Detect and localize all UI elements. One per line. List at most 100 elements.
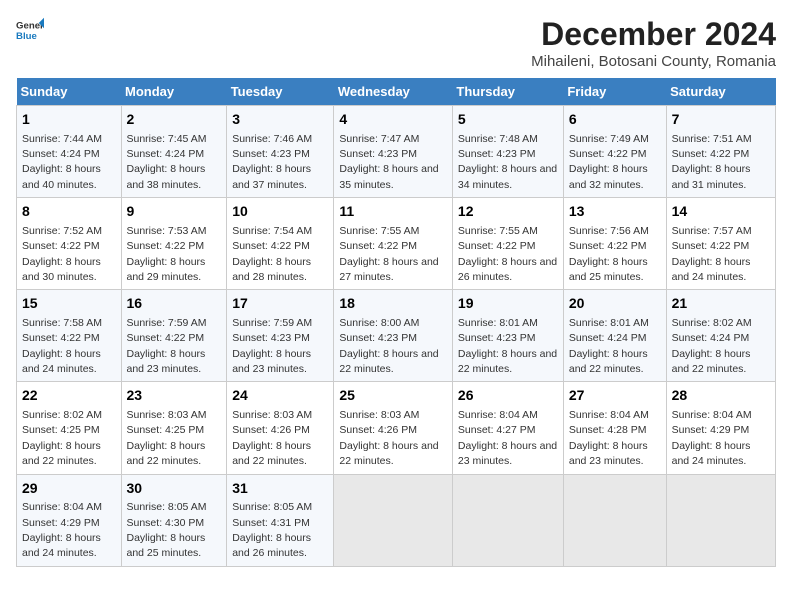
table-row: 29 Sunrise: 8:04 AM Sunset: 4:29 PM Dayl… — [17, 474, 122, 566]
header-cell-wednesday: Wednesday — [334, 78, 453, 106]
sunset-info: Sunset: 4:26 PM — [339, 424, 417, 436]
daylight-info: Daylight: 8 hours and 27 minutes. — [339, 256, 438, 283]
header-cell-friday: Friday — [563, 78, 666, 106]
sunset-info: Sunset: 4:25 PM — [22, 424, 100, 436]
table-row: 10 Sunrise: 7:54 AM Sunset: 4:22 PM Dayl… — [227, 198, 334, 290]
sunset-info: Sunset: 4:22 PM — [672, 148, 750, 160]
day-number: 31 — [232, 479, 328, 499]
sunset-info: Sunset: 4:22 PM — [339, 240, 417, 252]
sunset-info: Sunset: 4:30 PM — [127, 517, 205, 529]
sunset-info: Sunset: 4:22 PM — [22, 332, 100, 344]
day-number: 17 — [232, 294, 328, 314]
daylight-info: Daylight: 8 hours and 24 minutes. — [22, 348, 101, 375]
sunrise-info: Sunrise: 8:01 AM — [569, 317, 649, 329]
daylight-info: Daylight: 8 hours and 23 minutes. — [458, 440, 557, 467]
sunset-info: Sunset: 4:24 PM — [672, 332, 750, 344]
sunrise-info: Sunrise: 7:53 AM — [127, 225, 207, 237]
daylight-info: Daylight: 8 hours and 34 minutes. — [458, 163, 557, 190]
day-number: 27 — [569, 386, 661, 406]
daylight-info: Daylight: 8 hours and 25 minutes. — [569, 256, 648, 283]
daylight-info: Daylight: 8 hours and 23 minutes. — [232, 348, 311, 375]
calendar-week-2: 15 Sunrise: 7:58 AM Sunset: 4:22 PM Dayl… — [17, 290, 776, 382]
table-row: 11 Sunrise: 7:55 AM Sunset: 4:22 PM Dayl… — [334, 198, 453, 290]
table-row: 8 Sunrise: 7:52 AM Sunset: 4:22 PM Dayli… — [17, 198, 122, 290]
daylight-info: Daylight: 8 hours and 22 minutes. — [127, 440, 206, 467]
sunset-info: Sunset: 4:23 PM — [339, 148, 417, 160]
sunrise-info: Sunrise: 8:03 AM — [232, 409, 312, 421]
header-cell-sunday: Sunday — [17, 78, 122, 106]
sunset-info: Sunset: 4:22 PM — [569, 148, 647, 160]
header-cell-tuesday: Tuesday — [227, 78, 334, 106]
day-number: 26 — [458, 386, 558, 406]
daylight-info: Daylight: 8 hours and 22 minutes. — [339, 440, 438, 467]
daylight-info: Daylight: 8 hours and 22 minutes. — [569, 348, 648, 375]
sunset-info: Sunset: 4:23 PM — [232, 148, 310, 160]
day-number: 1 — [22, 110, 116, 130]
page-title: December 2024 — [531, 16, 776, 53]
sunset-info: Sunset: 4:27 PM — [458, 424, 536, 436]
table-row: 5 Sunrise: 7:48 AM Sunset: 4:23 PM Dayli… — [452, 106, 563, 198]
table-row: 20 Sunrise: 8:01 AM Sunset: 4:24 PM Dayl… — [563, 290, 666, 382]
sunset-info: Sunset: 4:24 PM — [22, 148, 100, 160]
table-row: 25 Sunrise: 8:03 AM Sunset: 4:26 PM Dayl… — [334, 382, 453, 474]
svg-text:General: General — [16, 20, 44, 31]
sunrise-info: Sunrise: 7:59 AM — [232, 317, 312, 329]
daylight-info: Daylight: 8 hours and 24 minutes. — [672, 256, 751, 283]
table-row: 31 Sunrise: 8:05 AM Sunset: 4:31 PM Dayl… — [227, 474, 334, 566]
sunset-info: Sunset: 4:26 PM — [232, 424, 310, 436]
sunset-info: Sunset: 4:28 PM — [569, 424, 647, 436]
day-number: 11 — [339, 202, 447, 222]
logo-icon: General Blue — [16, 16, 44, 44]
table-row — [452, 474, 563, 566]
sunrise-info: Sunrise: 8:04 AM — [569, 409, 649, 421]
day-number: 24 — [232, 386, 328, 406]
sunset-info: Sunset: 4:23 PM — [458, 148, 536, 160]
sunset-info: Sunset: 4:23 PM — [339, 332, 417, 344]
table-row: 3 Sunrise: 7:46 AM Sunset: 4:23 PM Dayli… — [227, 106, 334, 198]
daylight-info: Daylight: 8 hours and 38 minutes. — [127, 163, 206, 190]
header-cell-saturday: Saturday — [666, 78, 775, 106]
daylight-info: Daylight: 8 hours and 31 minutes. — [672, 163, 751, 190]
day-number: 29 — [22, 479, 116, 499]
sunrise-info: Sunrise: 8:02 AM — [672, 317, 752, 329]
day-number: 22 — [22, 386, 116, 406]
svg-text:Blue: Blue — [16, 31, 37, 42]
day-number: 8 — [22, 202, 116, 222]
daylight-info: Daylight: 8 hours and 29 minutes. — [127, 256, 206, 283]
sunrise-info: Sunrise: 7:58 AM — [22, 317, 102, 329]
day-number: 12 — [458, 202, 558, 222]
table-row: 30 Sunrise: 8:05 AM Sunset: 4:30 PM Dayl… — [121, 474, 227, 566]
table-row — [334, 474, 453, 566]
daylight-info: Daylight: 8 hours and 26 minutes. — [232, 532, 311, 559]
daylight-info: Daylight: 8 hours and 22 minutes. — [232, 440, 311, 467]
sunrise-info: Sunrise: 8:04 AM — [458, 409, 538, 421]
day-number: 6 — [569, 110, 661, 130]
day-number: 16 — [127, 294, 222, 314]
sunrise-info: Sunrise: 8:05 AM — [232, 501, 312, 513]
sunrise-info: Sunrise: 8:02 AM — [22, 409, 102, 421]
day-number: 5 — [458, 110, 558, 130]
sunset-info: Sunset: 4:22 PM — [569, 240, 647, 252]
day-number: 2 — [127, 110, 222, 130]
header-row: SundayMondayTuesdayWednesdayThursdayFrid… — [17, 78, 776, 106]
sunrise-info: Sunrise: 8:00 AM — [339, 317, 419, 329]
daylight-info: Daylight: 8 hours and 22 minutes. — [458, 348, 557, 375]
logo: General Blue — [16, 16, 44, 44]
day-number: 13 — [569, 202, 661, 222]
sunrise-info: Sunrise: 7:47 AM — [339, 133, 419, 145]
calendar-week-3: 22 Sunrise: 8:02 AM Sunset: 4:25 PM Dayl… — [17, 382, 776, 474]
day-number: 9 — [127, 202, 222, 222]
sunrise-info: Sunrise: 7:52 AM — [22, 225, 102, 237]
sunrise-info: Sunrise: 7:45 AM — [127, 133, 207, 145]
table-row: 21 Sunrise: 8:02 AM Sunset: 4:24 PM Dayl… — [666, 290, 775, 382]
table-row: 14 Sunrise: 7:57 AM Sunset: 4:22 PM Dayl… — [666, 198, 775, 290]
header-cell-thursday: Thursday — [452, 78, 563, 106]
day-number: 10 — [232, 202, 328, 222]
header: General Blue December 2024 Mihaileni, Bo… — [16, 16, 776, 70]
sunrise-info: Sunrise: 7:59 AM — [127, 317, 207, 329]
table-row — [666, 474, 775, 566]
daylight-info: Daylight: 8 hours and 37 minutes. — [232, 163, 311, 190]
table-row: 16 Sunrise: 7:59 AM Sunset: 4:22 PM Dayl… — [121, 290, 227, 382]
sunset-info: Sunset: 4:31 PM — [232, 517, 310, 529]
daylight-info: Daylight: 8 hours and 25 minutes. — [127, 532, 206, 559]
